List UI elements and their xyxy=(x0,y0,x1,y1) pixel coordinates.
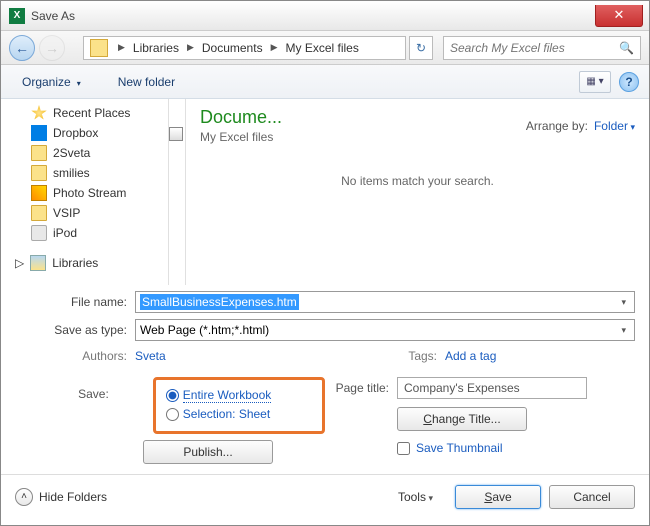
tree-item-photo[interactable]: Photo Stream xyxy=(1,183,168,203)
ipod-icon xyxy=(31,225,47,241)
libraries-icon xyxy=(30,255,46,271)
toolbar: Organize New folder ▦ ▾ ? xyxy=(1,65,649,99)
main-panel: Recent Places Dropbox 2Sveta smilies Pho… xyxy=(1,99,649,285)
navbar: ← → ▶ Libraries ▶ Documents ▶ My Excel f… xyxy=(1,31,649,65)
splitter[interactable] xyxy=(169,99,185,285)
tree-label: smilies xyxy=(53,166,90,180)
radio-input[interactable] xyxy=(166,408,179,421)
authors-label: Authors: xyxy=(15,349,135,363)
back-button[interactable]: ← xyxy=(9,35,35,61)
titlebar: X Save As ✕ xyxy=(1,1,649,31)
organize-menu[interactable]: Organize xyxy=(11,71,98,93)
tree-item-folder[interactable]: smilies xyxy=(1,163,168,183)
refresh-button[interactable]: ↻ xyxy=(409,36,433,60)
pagetitle-input[interactable] xyxy=(397,377,587,399)
savetype-value: Web Page (*.htm;*.html) xyxy=(140,323,269,337)
expand-icon[interactable]: ▷ xyxy=(15,256,24,270)
cancel-button[interactable]: Cancel xyxy=(549,485,635,509)
tree-label: Recent Places xyxy=(53,106,130,120)
chevron-up-icon: ˄ xyxy=(15,488,33,506)
breadcrumb[interactable]: ▶ Libraries ▶ Documents ▶ My Excel files xyxy=(83,36,406,60)
hide-folders-button[interactable]: ˄ Hide Folders xyxy=(15,488,107,506)
search-icon[interactable]: 🔍 xyxy=(619,41,634,55)
change-title-button[interactable]: Change Title... xyxy=(397,407,527,431)
arrange-label: Arrange by: xyxy=(526,119,588,133)
close-button[interactable]: ✕ xyxy=(595,5,643,27)
folder-tree[interactable]: Recent Places Dropbox 2Sveta smilies Pho… xyxy=(1,99,169,285)
save-label: Save: xyxy=(77,377,117,434)
checkbox-label: Save Thumbnail xyxy=(416,441,503,455)
content-title: Docume... xyxy=(200,107,282,128)
tree-label: Libraries xyxy=(52,256,98,270)
filename-field[interactable]: SmallBusinessExpenses.htm ▾ xyxy=(135,291,635,313)
publish-button[interactable]: Publish... xyxy=(143,440,273,464)
forward-button: → xyxy=(39,35,65,61)
folder-icon xyxy=(31,205,47,221)
savetype-dropdown[interactable]: Web Page (*.htm;*.html) ▾ xyxy=(135,319,635,341)
tree-label: Dropbox xyxy=(53,126,98,140)
excel-icon: X xyxy=(9,8,25,24)
breadcrumb-seg[interactable]: Libraries xyxy=(131,41,181,55)
breadcrumb-seg[interactable]: My Excel files xyxy=(284,41,361,55)
content-subtitle: My Excel files xyxy=(200,130,282,144)
filename-input[interactable]: SmallBusinessExpenses.htm xyxy=(140,294,299,310)
tree-item-ipod[interactable]: iPod xyxy=(1,223,168,243)
tree-label: Photo Stream xyxy=(53,186,126,200)
arrange-by-dropdown[interactable]: Folder xyxy=(594,119,635,133)
chevron-down-icon[interactable]: ▾ xyxy=(617,297,630,308)
empty-message: No items match your search. xyxy=(200,174,635,188)
save-button[interactable]: Save xyxy=(455,485,541,509)
chevron-icon[interactable]: ▶ xyxy=(181,42,200,53)
breadcrumb-seg[interactable]: Documents xyxy=(200,41,265,55)
dropbox-icon xyxy=(31,125,47,141)
tools-menu[interactable]: Tools xyxy=(398,490,433,504)
scroll-thumb[interactable] xyxy=(169,127,183,141)
radio-input[interactable] xyxy=(166,389,179,402)
view-options-button[interactable]: ▦ ▾ xyxy=(579,71,611,93)
tree-label: VSIP xyxy=(53,206,80,220)
radio-label: Selection: Sheet xyxy=(183,407,270,421)
radio-selection-sheet[interactable]: Selection: Sheet xyxy=(166,407,312,421)
search-box[interactable]: 🔍 xyxy=(443,36,641,60)
location-icon xyxy=(90,39,108,57)
window-title: Save As xyxy=(31,9,595,23)
chevron-icon[interactable]: ▶ xyxy=(112,42,131,53)
star-icon xyxy=(31,105,47,121)
filename-label: File name: xyxy=(15,295,135,309)
authors-value[interactable]: Sveta xyxy=(135,349,166,363)
save-scope-highlight: Entire Workbook Selection: Sheet xyxy=(153,377,325,434)
search-input[interactable] xyxy=(450,41,619,55)
savetype-label: Save as type: xyxy=(15,323,135,337)
radio-label: Entire Workbook xyxy=(183,388,271,403)
new-folder-button[interactable]: New folder xyxy=(118,75,175,89)
tree-item-folder[interactable]: VSIP xyxy=(1,203,168,223)
tags-label: Tags: xyxy=(325,349,445,363)
tree-item-recent[interactable]: Recent Places xyxy=(1,103,168,123)
tree-label: 2Sveta xyxy=(53,146,90,160)
folder-icon xyxy=(31,165,47,181)
checkbox-input[interactable] xyxy=(397,442,410,455)
tree-item-folder[interactable]: 2Sveta xyxy=(1,143,168,163)
pagetitle-label: Page title: xyxy=(325,381,397,395)
tree-item-dropbox[interactable]: Dropbox xyxy=(1,123,168,143)
tree-item-libraries[interactable]: ▷ Libraries xyxy=(1,253,168,273)
folder-icon xyxy=(31,145,47,161)
chevron-down-icon[interactable]: ▾ xyxy=(617,325,630,336)
radio-entire-workbook[interactable]: Entire Workbook xyxy=(166,388,312,403)
hide-folders-label: Hide Folders xyxy=(39,490,107,504)
tree-label: iPod xyxy=(53,226,77,240)
save-thumbnail-checkbox[interactable]: Save Thumbnail xyxy=(397,441,635,455)
chevron-icon[interactable]: ▶ xyxy=(265,42,284,53)
content-pane: Docume... My Excel files Arrange by: Fol… xyxy=(185,99,649,285)
footer: ˄ Hide Folders Tools Save Cancel xyxy=(1,474,649,518)
save-form: File name: SmallBusinessExpenses.htm ▾ S… xyxy=(1,285,649,474)
photo-icon xyxy=(31,185,47,201)
tags-value[interactable]: Add a tag xyxy=(445,349,496,363)
help-button[interactable]: ? xyxy=(619,72,639,92)
